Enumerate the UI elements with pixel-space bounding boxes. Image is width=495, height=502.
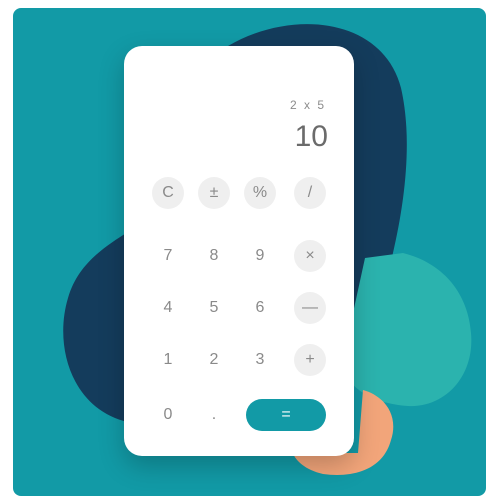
percent-button[interactable]: % bbox=[244, 177, 276, 209]
decimal-button[interactable]: . bbox=[198, 399, 230, 431]
clear-button[interactable]: C bbox=[152, 177, 184, 209]
add-button[interactable]: + bbox=[294, 344, 326, 376]
expression-display: 2 x 5 bbox=[289, 98, 326, 112]
digit-3-button[interactable]: 3 bbox=[244, 344, 276, 376]
digit-6-button[interactable]: 6 bbox=[244, 292, 276, 324]
divide-button[interactable]: / bbox=[294, 177, 326, 209]
digit-5-button[interactable]: 5 bbox=[198, 292, 230, 324]
plus-minus-button[interactable]: ± bbox=[198, 177, 230, 209]
digit-1-button[interactable]: 1 bbox=[152, 344, 184, 376]
subtract-button[interactable]: — bbox=[294, 292, 326, 324]
digit-2-button[interactable]: 2 bbox=[198, 344, 230, 376]
multiply-button[interactable]: × bbox=[294, 240, 326, 272]
digit-4-button[interactable]: 4 bbox=[152, 292, 184, 324]
digit-0-button[interactable]: 0 bbox=[152, 399, 184, 431]
digit-7-button[interactable]: 7 bbox=[152, 240, 184, 272]
equals-button[interactable]: = bbox=[246, 399, 326, 431]
digit-8-button[interactable]: 8 bbox=[198, 240, 230, 272]
digit-9-button[interactable]: 9 bbox=[244, 240, 276, 272]
result-display: 10 bbox=[294, 120, 328, 153]
calculator-card: 2 x 5 10 C ± % / 7 8 9 × 4 5 6 — 1 2 3 +… bbox=[124, 46, 354, 456]
